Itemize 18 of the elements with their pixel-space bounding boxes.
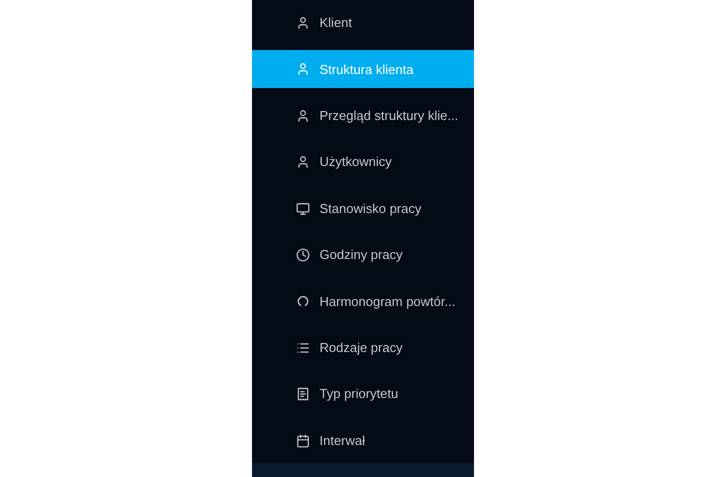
sidebar-item[interactable]: Użytkownicy	[252, 143, 474, 182]
user-icon	[296, 62, 310, 76]
sidebar-item[interactable]: Godziny pracy	[252, 236, 474, 274]
sidebar-item[interactable]: Rodzaje pracy	[252, 328, 474, 367]
document-icon	[296, 387, 310, 402]
calendar-icon	[296, 434, 310, 448]
user-icon	[296, 155, 310, 170]
monitor-icon	[296, 202, 310, 216]
sidebar-item[interactable]: Klient	[252, 4, 474, 42]
sidebar-item[interactable]: Harmonogram powtór...	[252, 282, 474, 320]
sidebar-item[interactable]: Przegląd struktury klie...	[252, 96, 474, 135]
sidebar-item[interactable]: Stanowisko pracy	[252, 190, 474, 228]
list-icon	[296, 340, 310, 355]
sidebar-item[interactable]: Typ priorytetu	[252, 375, 474, 414]
sidebar-item[interactable]: Interwał	[252, 422, 474, 460]
user-icon	[296, 108, 310, 123]
user-icon	[296, 16, 310, 30]
clock-icon	[296, 248, 310, 262]
